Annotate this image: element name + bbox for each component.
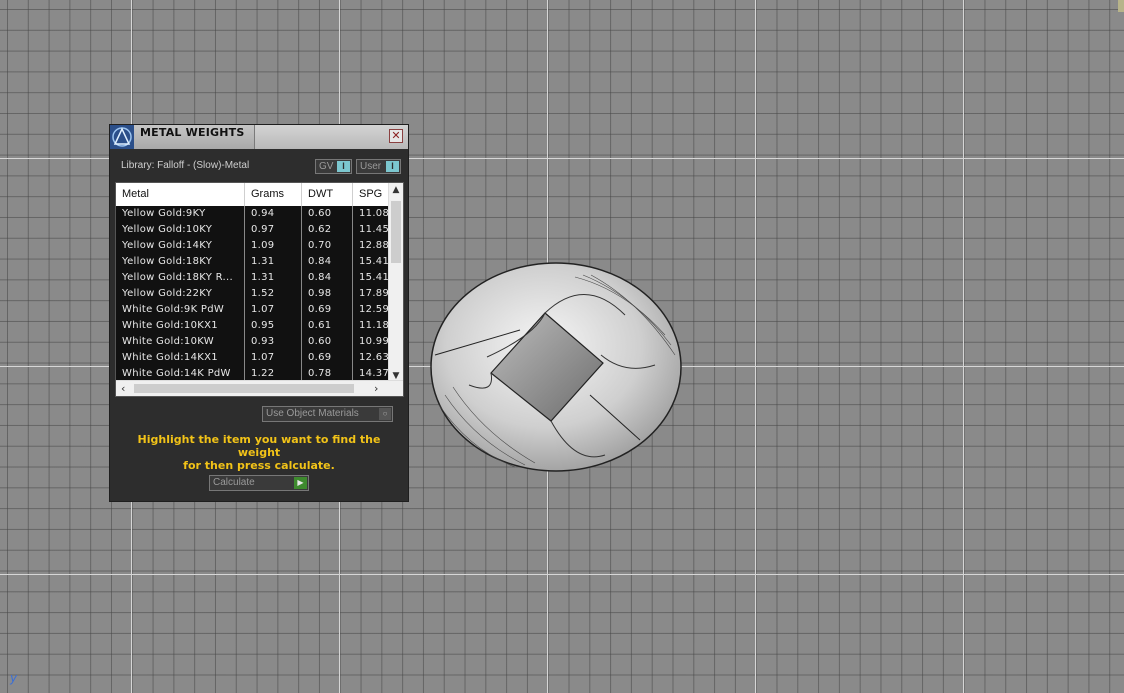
cell-grams: 1.52 bbox=[245, 286, 302, 302]
cell-dwt: 0.62 bbox=[302, 222, 353, 238]
cell-spg: 12.63 bbox=[359, 352, 390, 363]
play-icon: ▶ bbox=[294, 477, 307, 489]
user-toggle-label: User bbox=[360, 161, 382, 172]
cell-dwt: 0.69 bbox=[302, 302, 353, 318]
library-label: Library: Falloff - (Slow)-Metal bbox=[121, 160, 250, 171]
table-header: Metal Grams DWT SPG bbox=[116, 183, 388, 206]
table-row[interactable]: White Gold:14KX1 1.07 0.69 12.63 bbox=[116, 350, 389, 366]
instruction-text: Highlight the item you want to find the … bbox=[120, 433, 398, 472]
cell-spg: 10.99 bbox=[359, 336, 390, 347]
cell-metal: White Gold:14KX1 bbox=[116, 350, 245, 366]
vertical-scrollbar[interactable]: ▲ ▼ bbox=[388, 183, 403, 381]
scroll-right-icon[interactable]: › bbox=[374, 382, 378, 395]
cell-spg: 12.88 bbox=[359, 240, 390, 251]
use-object-materials-label: Use Object Materials bbox=[266, 408, 359, 419]
ring-3d-model[interactable] bbox=[425, 255, 687, 475]
table-row[interactable]: Yellow Gold:18KY R... 1.31 0.84 15.41 bbox=[116, 270, 389, 286]
table-row[interactable]: Yellow Gold:9KY 0.94 0.60 11.08 bbox=[116, 206, 389, 222]
grid-major-line bbox=[963, 0, 964, 693]
close-icon: ✕ bbox=[391, 129, 401, 142]
horizontal-scrollbar[interactable]: ‹ › bbox=[116, 380, 403, 396]
column-header-grams[interactable]: Grams bbox=[245, 183, 302, 206]
table-row[interactable]: Yellow Gold:14KY 1.09 0.70 12.88 bbox=[116, 238, 389, 254]
cell-dwt: 0.84 bbox=[302, 270, 353, 286]
cell-grams: 0.94 bbox=[245, 206, 302, 222]
viewport-corner-marker bbox=[1118, 0, 1124, 12]
title-tab: METAL WEIGHTS bbox=[110, 125, 255, 149]
cell-grams: 1.31 bbox=[245, 270, 302, 286]
cell-dwt: 0.61 bbox=[302, 318, 353, 334]
grid-major-line bbox=[755, 0, 756, 693]
table-row[interactable]: White Gold:10KX1 0.95 0.61 11.18 bbox=[116, 318, 389, 334]
calculate-button[interactable]: Calculate ▶ bbox=[209, 475, 309, 491]
cell-grams: 1.07 bbox=[245, 350, 302, 366]
scroll-up-icon[interactable]: ▲ bbox=[391, 185, 401, 195]
app-logo-icon bbox=[110, 125, 134, 149]
table-row[interactable]: White Gold:10KW 0.93 0.60 10.99 bbox=[116, 334, 389, 350]
table-row[interactable]: White Gold:9K PdW 1.07 0.69 12.59 bbox=[116, 302, 389, 318]
calculate-label: Calculate bbox=[213, 477, 255, 488]
cell-spg: 11.45 bbox=[359, 224, 390, 235]
column-header-spg[interactable]: SPG bbox=[353, 183, 393, 206]
column-header-dwt[interactable]: DWT bbox=[302, 183, 353, 206]
cell-spg: 12.59 bbox=[359, 304, 390, 315]
cell-dwt: 0.98 bbox=[302, 286, 353, 302]
toggle-indicator-icon: I bbox=[337, 161, 350, 172]
use-object-materials-toggle[interactable]: Use Object Materials ○ bbox=[262, 406, 393, 422]
cell-dwt: 0.60 bbox=[302, 334, 353, 350]
instruction-line-2: for then press calculate. bbox=[183, 459, 335, 472]
cell-dwt: 0.60 bbox=[302, 206, 353, 222]
cell-metal: White Gold:10KW bbox=[116, 334, 245, 350]
instruction-line-1: Highlight the item you want to find the … bbox=[137, 433, 381, 459]
cell-spg: 11.18 bbox=[359, 320, 390, 331]
grid-major-line bbox=[0, 574, 1124, 575]
column-header-metal[interactable]: Metal bbox=[116, 183, 245, 206]
table-row[interactable]: Yellow Gold:22KY 1.52 0.98 17.89 bbox=[116, 286, 389, 302]
cell-metal: Yellow Gold:9KY bbox=[116, 206, 245, 222]
cell-grams: 0.93 bbox=[245, 334, 302, 350]
table-body: Yellow Gold:9KY 0.94 0.60 11.08 Yellow Gold… bbox=[116, 206, 389, 382]
scroll-left-icon[interactable]: ‹ bbox=[121, 382, 125, 395]
cell-dwt: 0.70 bbox=[302, 238, 353, 254]
cell-grams: 1.07 bbox=[245, 302, 302, 318]
title-bar[interactable]: METAL WEIGHTS ✕ bbox=[110, 125, 408, 149]
cell-metal: Yellow Gold:10KY bbox=[116, 222, 245, 238]
user-toggle[interactable]: User I bbox=[356, 159, 401, 174]
cell-grams: 0.95 bbox=[245, 318, 302, 334]
metal-weights-panel: METAL WEIGHTS ✕ Library: Falloff - (Slow… bbox=[109, 124, 409, 502]
cell-metal: Yellow Gold:14KY bbox=[116, 238, 245, 254]
cell-spg: 11.08 bbox=[359, 208, 390, 219]
gv-toggle-label: GV bbox=[319, 161, 334, 172]
cell-metal: White Gold:9K PdW bbox=[116, 302, 245, 318]
cell-grams: 0.97 bbox=[245, 222, 302, 238]
cell-metal: Yellow Gold:18KY R... bbox=[116, 270, 245, 286]
cell-dwt: 0.84 bbox=[302, 254, 353, 270]
horizontal-scroll-thumb[interactable] bbox=[134, 384, 354, 393]
table-row[interactable]: Yellow Gold:10KY 0.97 0.62 11.45 bbox=[116, 222, 389, 238]
table-row[interactable]: Yellow Gold:18KY 1.31 0.84 15.41 bbox=[116, 254, 389, 270]
panel-title: METAL WEIGHTS bbox=[140, 126, 245, 139]
metal-table[interactable]: Metal Grams DWT SPG Yellow Gold:9KY 0.94 0… bbox=[115, 182, 404, 397]
axis-y-label: y bbox=[10, 671, 18, 685]
cell-spg: 15.41 bbox=[359, 256, 390, 267]
cell-metal: Yellow Gold:18KY bbox=[116, 254, 245, 270]
radio-circle-icon: ○ bbox=[379, 408, 391, 420]
close-button[interactable]: ✕ bbox=[389, 129, 403, 143]
toggle-indicator-icon: I bbox=[386, 161, 399, 172]
cell-grams: 1.31 bbox=[245, 254, 302, 270]
cell-dwt: 0.69 bbox=[302, 350, 353, 366]
cell-grams: 1.09 bbox=[245, 238, 302, 254]
vertical-scroll-thumb[interactable] bbox=[391, 201, 401, 263]
cell-spg: 17.89 bbox=[359, 288, 390, 299]
cell-spg: 15.41 bbox=[359, 272, 390, 283]
gv-toggle[interactable]: GV I bbox=[315, 159, 352, 174]
cell-metal: White Gold:10KX1 bbox=[116, 318, 245, 334]
cell-metal: Yellow Gold:22KY bbox=[116, 286, 245, 302]
